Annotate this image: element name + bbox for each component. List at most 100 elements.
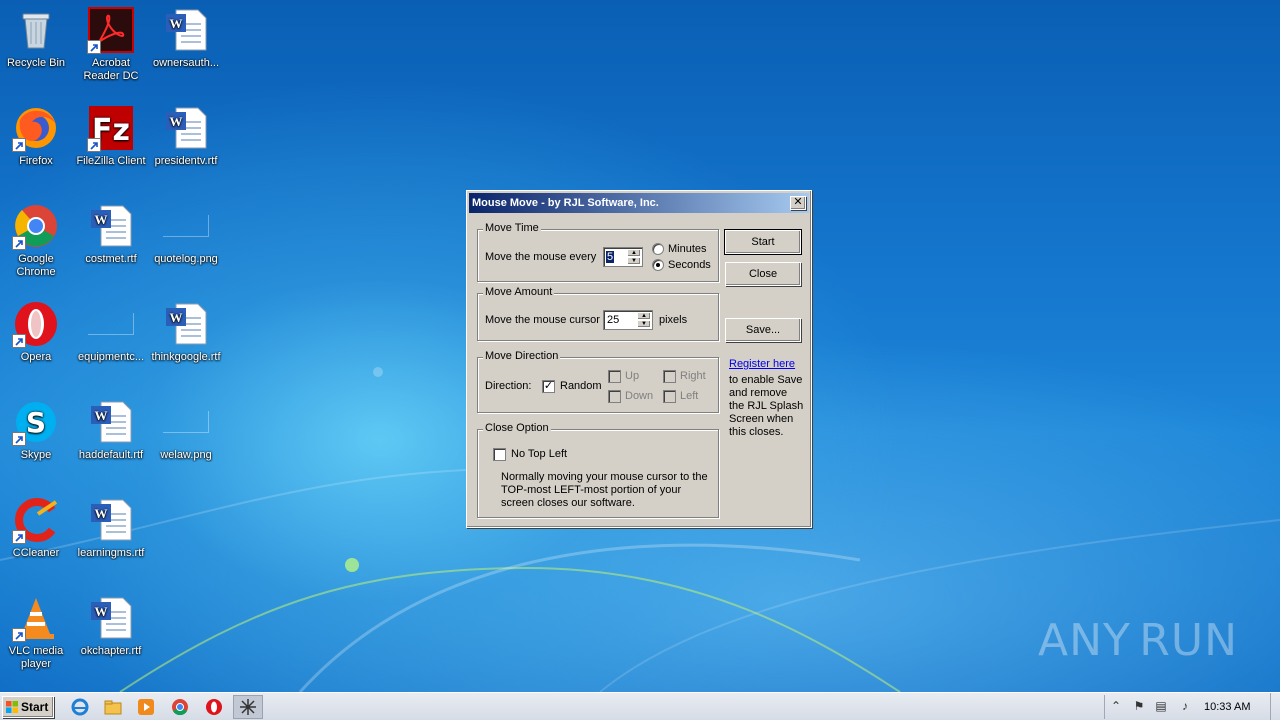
- desktop-icon-firefox[interactable]: Firefox: [0, 104, 74, 168]
- register-text: to enable Save and remove the RJL Splash…: [729, 374, 804, 438]
- svg-text:W: W: [170, 16, 183, 31]
- desktop-icon-label: learningms.rtf: [77, 547, 145, 559]
- right-label[interactable]: Right: [680, 370, 706, 382]
- random-label[interactable]: Random: [560, 380, 602, 392]
- chrome-icon[interactable]: [170, 697, 190, 717]
- desktop-icon-label: okchapter.rtf: [80, 645, 142, 657]
- desktop-icon-label: Skype: [20, 449, 52, 461]
- move-time-spinner[interactable]: 5 ▲ ▼: [603, 247, 643, 267]
- desktop-icon-costmet[interactable]: W costmet.rtf: [73, 202, 149, 266]
- desktop-icon-label: haddefault.rtf: [78, 449, 144, 461]
- action-center-flag-icon[interactable]: ⚑: [1131, 699, 1147, 715]
- spin-up-icon[interactable]: ▲: [627, 249, 641, 257]
- direction-label: Direction:: [485, 380, 532, 392]
- minutes-radio[interactable]: [652, 243, 664, 255]
- move-time-label: Move the mouse every: [485, 251, 597, 263]
- desktop-icon-equipmentc[interactable]: equipmentc...: [73, 300, 149, 364]
- svg-text:S: S: [26, 406, 46, 439]
- volume-icon[interactable]: ♪: [1177, 699, 1193, 715]
- desktop-icon-acrobat[interactable]: Acrobat Reader DC: [73, 6, 149, 83]
- up-label[interactable]: Up: [625, 370, 639, 382]
- shortcut-arrow-icon: [12, 138, 26, 152]
- desktop-icon-chrome[interactable]: Google Chrome: [0, 202, 74, 279]
- desktop-icon-learningms[interactable]: W learningms.rtf: [73, 496, 149, 560]
- start-button[interactable]: Start: [2, 696, 54, 718]
- group-title: Move Time: [483, 222, 541, 234]
- move-amount-spinner[interactable]: 25 ▲ ▼: [603, 310, 653, 330]
- explorer-icon[interactable]: [103, 697, 123, 717]
- taskbar: Start ⌃ ⚑ ▤ ♪ 10:33 AM: [0, 692, 1280, 720]
- dialog-titlebar[interactable]: Mouse Move - by RJL Software, Inc. ✕: [469, 193, 809, 213]
- desktop-icon-label: costmet.rtf: [85, 253, 137, 265]
- move-amount-value[interactable]: 25: [607, 314, 619, 326]
- word-document-icon: W: [87, 496, 135, 544]
- close-button[interactable]: Close: [725, 262, 801, 286]
- desktop-icon-opera[interactable]: Opera: [0, 300, 74, 364]
- desktop-icon-label: thinkgoogle.rtf: [151, 351, 221, 363]
- register-link[interactable]: Register here: [729, 358, 795, 370]
- desktop-icon-okchapter[interactable]: W okchapter.rtf: [73, 594, 149, 658]
- seconds-radio[interactable]: [652, 259, 664, 271]
- clock-time[interactable]: 10:33 AM: [1204, 701, 1250, 713]
- spin-down-icon[interactable]: ▼: [627, 257, 641, 265]
- word-document-icon: W: [162, 6, 210, 54]
- group-title: Close Option: [483, 422, 551, 434]
- shortcut-arrow-icon: [12, 628, 26, 642]
- desktop-icon-label: presidentv.rtf: [154, 155, 218, 167]
- desktop-icon-label: quotelog.png: [154, 253, 218, 265]
- left-checkbox[interactable]: [663, 390, 676, 403]
- desktop-icon-haddefault[interactable]: W haddefault.rtf: [73, 398, 149, 462]
- svg-text:W: W: [95, 604, 108, 619]
- seconds-label[interactable]: Seconds: [668, 259, 711, 271]
- word-document-icon: W: [87, 202, 135, 250]
- random-checkbox[interactable]: ✓: [542, 380, 555, 393]
- move-time-value[interactable]: 5: [606, 251, 615, 263]
- desktop-icon-ccleaner[interactable]: CCleaner: [0, 496, 74, 560]
- no-top-left-checkbox[interactable]: [493, 448, 506, 461]
- right-checkbox[interactable]: [663, 370, 676, 383]
- desktop-icon-quotelog[interactable]: quotelog.png: [148, 202, 224, 266]
- down-checkbox[interactable]: [608, 390, 621, 403]
- desktop-icon-label: Firefox: [19, 155, 53, 167]
- spin-down-icon[interactable]: ▼: [637, 320, 651, 328]
- shortcut-arrow-icon: [87, 138, 101, 152]
- shortcut-arrow-icon: [87, 40, 101, 54]
- move-amount-group: Move Amount Move the mouse cursor 25 ▲ ▼ …: [477, 286, 719, 341]
- mouse-move-app-icon[interactable]: [233, 695, 263, 719]
- desktop-icon-thinkgoogle[interactable]: W thinkgoogle.rtf: [148, 300, 224, 364]
- network-icon[interactable]: ▤: [1153, 699, 1169, 715]
- no-top-left-label[interactable]: No Top Left: [511, 448, 567, 460]
- desktop-icon-vlc[interactable]: VLC media player: [0, 594, 74, 671]
- desktop-icon-welaw[interactable]: welaw.png: [148, 398, 224, 462]
- desktop-icon-label: Google Chrome: [16, 253, 56, 278]
- save-button[interactable]: Save...: [725, 318, 801, 342]
- media-player-icon[interactable]: [136, 697, 156, 717]
- desktop-icon-recycle-bin[interactable]: Recycle Bin: [0, 6, 74, 70]
- ccleaner-icon: [12, 496, 60, 544]
- pixels-label: pixels: [659, 314, 688, 326]
- close-icon[interactable]: ✕: [790, 196, 806, 210]
- desktop-icon-ownersauth[interactable]: W ownersauth...: [148, 6, 224, 70]
- start-button[interactable]: Start: [724, 229, 802, 255]
- show-hidden-icons-icon[interactable]: ⌃: [1108, 699, 1124, 715]
- shortcut-arrow-icon: [12, 432, 26, 446]
- group-title: Move Direction: [483, 350, 561, 362]
- acrobat-icon: [87, 6, 135, 54]
- desktop-icon-label: Acrobat Reader DC: [83, 57, 139, 82]
- desktop-icon-filezilla[interactable]: Fz FileZilla Client: [73, 104, 149, 168]
- show-desktop-button[interactable]: [1270, 693, 1280, 720]
- desktop-icon-skype[interactable]: S Skype: [0, 398, 74, 462]
- up-checkbox[interactable]: [608, 370, 621, 383]
- desktop-icon-label: Opera: [20, 351, 52, 363]
- spin-up-icon[interactable]: ▲: [637, 312, 651, 320]
- down-label[interactable]: Down: [625, 390, 653, 402]
- image-thumbnail-icon: [163, 215, 209, 237]
- move-direction-group: Move Direction Direction: ✓ Random Up Do…: [477, 350, 719, 413]
- left-label[interactable]: Left: [680, 390, 698, 402]
- opera-icon[interactable]: [204, 697, 224, 717]
- shortcut-arrow-icon: [12, 530, 26, 544]
- anyrun-watermark: ANY RUN: [1038, 608, 1238, 672]
- minutes-label[interactable]: Minutes: [668, 243, 707, 255]
- desktop-icon-presidentv[interactable]: W presidentv.rtf: [148, 104, 224, 168]
- ie-icon[interactable]: [70, 697, 90, 717]
